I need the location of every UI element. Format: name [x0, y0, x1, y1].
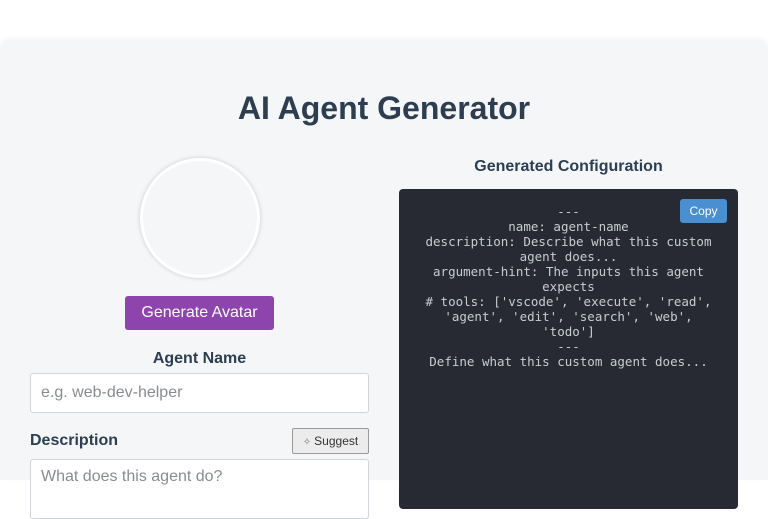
- config-code[interactable]: --- name: agent-name description: Descri…: [417, 204, 720, 369]
- agent-name-label: Agent Name: [152, 350, 247, 367]
- suggest-label: Suggest: [314, 434, 359, 448]
- description-label: Description: [30, 432, 119, 449]
- config-code-box: --- name: agent-name description: Descri…: [399, 189, 738, 509]
- config-heading: Generated Configuration: [474, 158, 663, 175]
- avatar: [140, 158, 260, 278]
- suggest-button[interactable]: ✧ Suggest: [292, 428, 369, 454]
- page-title: AI Agent Generator: [237, 90, 531, 126]
- sparkle-icon: ✧: [302, 437, 312, 448]
- generate-avatar-button[interactable]: Generate Avatar: [125, 296, 274, 330]
- agent-name-input[interactable]: [30, 373, 369, 413]
- description-input[interactable]: [30, 459, 369, 519]
- top-bar: [0, 0, 768, 40]
- copy-button[interactable]: Copy: [680, 199, 727, 223]
